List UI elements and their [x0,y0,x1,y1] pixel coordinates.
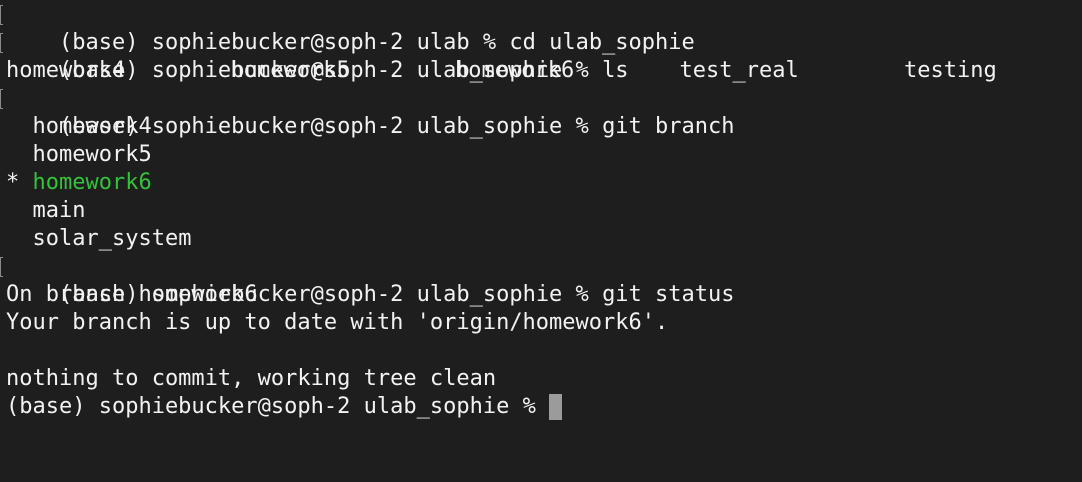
ls-entry: testing [904,58,997,83]
current-branch-marker: * [6,170,33,195]
prompt: (base) sophiebucker@soph-2 [6,394,351,419]
branch-prefix [6,226,33,251]
status-line: On branch homework6 [6,282,258,307]
ls-entry: test_real [679,58,799,83]
branch-name: homework5 [32,142,152,167]
command-line: (base) sophiebucker@soph-2 ulab_sophie %… [0,253,1082,307]
text-cursor [549,394,563,420]
branch-name: solar_system [32,226,192,251]
ls-entry: homework6 [455,58,575,83]
prompt-directory: ulab_sophie [363,394,510,419]
active-prompt-line[interactable]: (base) sophiebucker@soph-2 ulab_sophie % [0,393,1082,421]
terminal-window[interactable]: (base) sophiebucker@soph-2 ulab % cd ula… [0,0,1082,482]
branch-line-current: * homework6 [0,169,1082,197]
command-mark [0,33,3,53]
branch-line: main [0,197,1082,225]
branch-line: homework4 [0,113,1082,141]
branch-name: main [32,198,86,223]
command-mark [0,257,3,277]
command-line: (base) sophiebucker@soph-2 ulab % cd ula… [0,1,1082,55]
command-mark [0,89,3,109]
status-line: nothing to commit, working tree clean [6,366,497,391]
branch-prefix [6,142,33,167]
command-mark [0,5,3,25]
branch-prefix [6,198,33,223]
branch-line: solar_system [0,225,1082,253]
ls-output: homework4 homework5 homework6 test_real test… [0,57,1082,85]
status-line: Your branch is up to date with 'origin/h… [6,310,669,335]
branch-line: homework5 [0,141,1082,169]
branch-prefix [6,114,33,139]
command-line: (base) sophiebucker@soph-2 ulab_sophie %… [0,29,1082,83]
ls-entry: homework5 [230,58,350,83]
ls-entry: homework4 [6,58,126,83]
branch-name: homework4 [32,114,152,139]
current-branch-name: homework6 [32,170,152,195]
command-line: (base) sophiebucker@soph-2 ulab_sophie %… [0,85,1082,139]
